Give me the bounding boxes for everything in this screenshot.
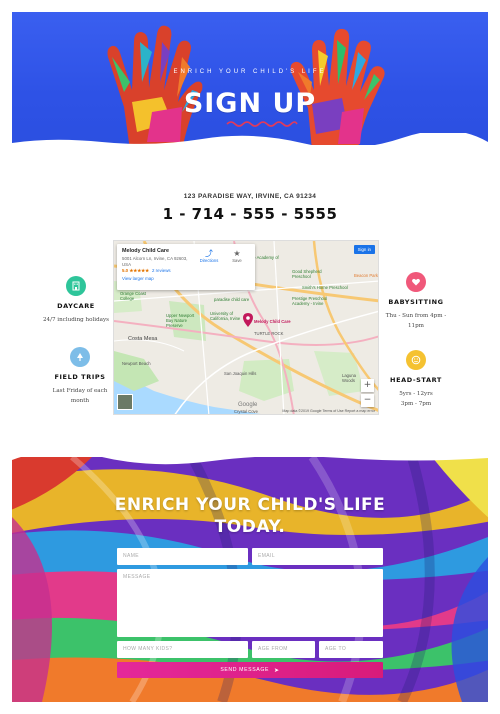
place-address: 5001 Alcorn Ln, Irvine, CA 92603, USA [122,256,188,267]
map-attribution[interactable]: Map data ©2019 Google Terms of Use Repor… [282,409,375,413]
google-logo: Google [238,402,258,408]
email-field[interactable]: EMAIL [252,548,383,565]
map-label: Good Shepherd Preschool [292,269,322,279]
directions-label: Directions [199,258,219,263]
map-label: Crystal Cove [234,409,258,414]
service-desc: Last Friday of each month [52,388,108,404]
map-label: Costa Mesa [128,336,158,342]
save-button[interactable]: ★ Save [225,249,249,263]
form-heading: ENRICH YOUR CHILD'S LIFE TODAY. [0,494,500,538]
star-icon: ★ [233,249,241,258]
service-daycare: DAYCARE 24/7 including holidays [31,276,121,325]
service-name: HEAD-START [390,376,442,384]
map-pin-label: Melody Child Care [254,319,291,324]
directions-icon: ⤴ [205,249,213,258]
brush-edge [12,450,488,465]
map-label: Beacon Park [354,273,378,278]
map-label: Smith's Home Preschool [302,285,348,290]
zoom-in-button[interactable]: + [361,379,374,392]
age-from-field[interactable]: AGE FROM [252,641,315,658]
service-head-start: HEAD-START 5yrs - 12yrs 3pm - 7pm [371,350,461,409]
place-rating: 5.0 ★★★★★ 2 reviews [122,268,250,274]
map-label: Prestige Preschool Academy - Irvine [292,296,328,306]
service-babysitting: BABYSITTING Thu - Sun from 4pm - 11pm [371,272,461,331]
service-name: DAYCARE [57,302,95,310]
hero-banner: ENRICH YOUR CHILD'S LIFE SIGN UP [12,12,488,150]
save-label: Save [232,258,242,263]
kids-count-field[interactable]: HOW MANY KIDS? [117,641,248,658]
building-icon [66,276,86,296]
rating-stars: 5.0 ★★★★★ [122,268,150,273]
satellite-toggle[interactable] [117,394,133,410]
service-field-trips: FIELD TRIPS Last Friday of each month [36,347,124,406]
service-desc: 5yrs - 12yrs 3pm - 7pm [399,391,433,407]
smile-icon [406,350,426,370]
sign-in-button[interactable]: Sign in [353,245,375,254]
form-heading-line1: ENRICH YOUR CHILD'S LIFE [114,495,386,515]
larger-map-link[interactable]: View larger map [122,276,250,281]
name-field[interactable]: NAME [117,548,248,565]
reviews-link[interactable]: 2 reviews [152,268,171,273]
send-message-label: SEND MESSAGE [220,667,270,673]
service-name: BABYSITTING [388,298,444,306]
zoom-out-button[interactable]: − [361,394,374,407]
map-label: Newport Beach [122,361,151,366]
form-heading-line2: TODAY. [214,517,286,537]
phone-number[interactable]: 1 - 714 - 555 - 5555 [0,205,500,223]
address-text: 123 PARADISE WAY, IRVINE, CA 91234 [183,193,317,200]
service-desc: Thu - Sun from 4pm - 11pm [385,313,447,329]
directions-button[interactable]: ⤴ Directions [197,249,221,263]
squiggle-divider [226,121,298,127]
service-name: FIELD TRIPS [54,373,106,381]
map-label: Upper Newport Bay Nature Preserve [166,313,195,328]
heart-icon [406,272,426,292]
map-label: San Joaquin Hills [224,371,257,376]
service-desc: 24/7 including holidays [42,317,110,323]
map-info-card: Melody Child Care 5001 Alcorn Ln, Irvine… [117,244,255,290]
send-message-button[interactable]: SEND MESSAGE ➤ [117,662,383,678]
tree-icon [70,347,90,367]
paper-plane-icon: ➤ [274,667,280,674]
message-field[interactable]: MESSAGE [117,569,383,637]
map-pin-icon[interactable] [243,313,253,327]
map-label: TURTLE ROCK [254,331,284,336]
age-to-field[interactable]: AGE TO [319,641,383,658]
hero-kicker: ENRICH YOUR CHILD'S LIFE [173,69,327,75]
page-title: SIGN UP [183,88,317,119]
brush-edge [12,133,488,150]
painted-hands-image [107,25,385,150]
map-label: paradise child care [214,297,250,302]
embedded-map[interactable]: Costa Mesa University of California, Irv… [113,240,379,415]
map-label: Orange Coast College [120,291,147,301]
